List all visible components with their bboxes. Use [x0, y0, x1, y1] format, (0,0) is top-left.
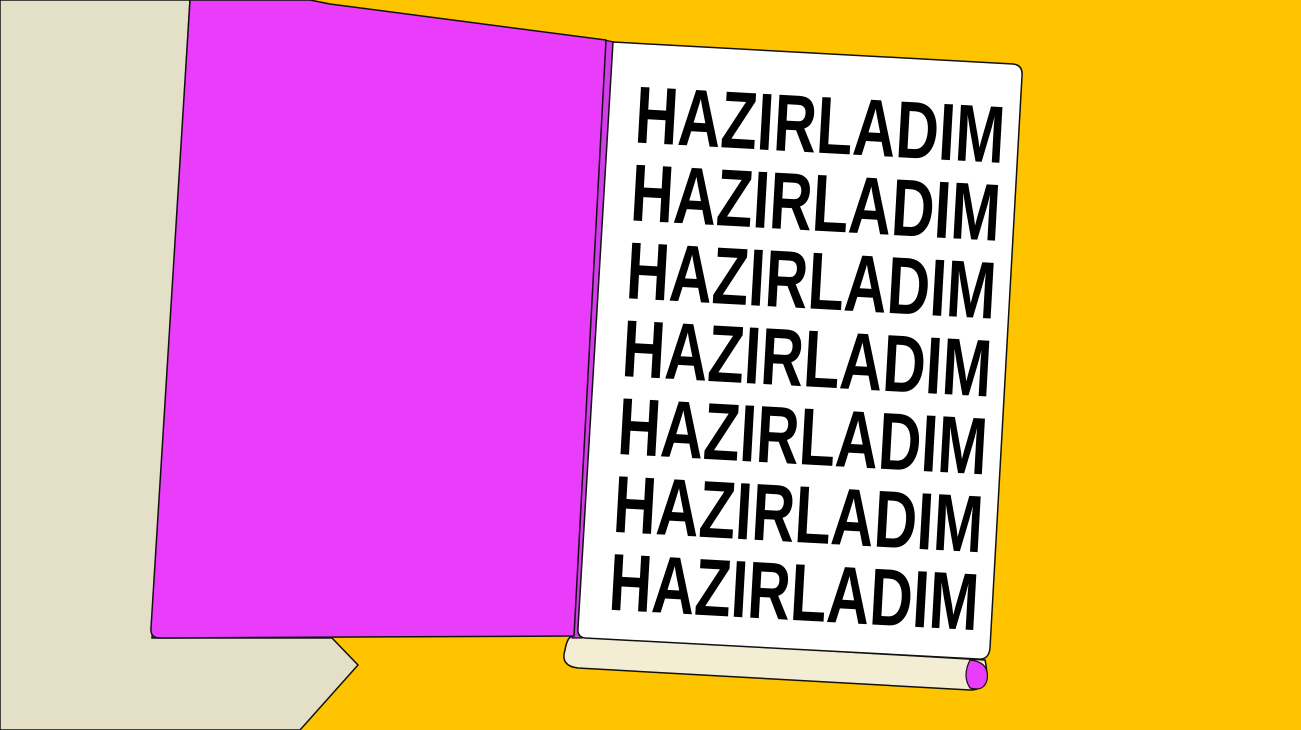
folder-cover — [150, 0, 607, 639]
open-folder-icon: HAZIRLADIM HAZIRLADIM HAZIRLADIM HAZIRLA… — [0, 0, 1023, 730]
page-text-block: HAZIRLADIM HAZIRLADIM HAZIRLADIM HAZIRLA… — [607, 71, 1008, 649]
illustration-stage: HAZIRLADIM HAZIRLADIM HAZIRLADIM HAZIRLA… — [0, 0, 1301, 730]
